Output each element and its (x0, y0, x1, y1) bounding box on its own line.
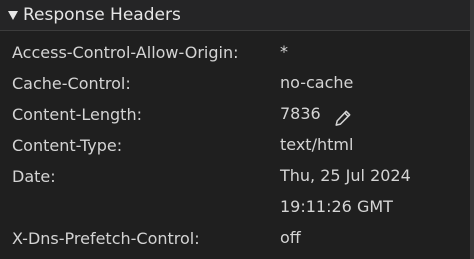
header-value-line: Thu, 25 Jul 2024 (280, 166, 411, 185)
scrollbar[interactable] (470, 0, 474, 259)
header-name: X-Dns-Prefetch-Control: (12, 229, 200, 248)
pencil-icon[interactable] (334, 106, 352, 126)
header-name: Content-Length: (12, 105, 142, 124)
header-name: Access-Control-Allow-Origin: (12, 43, 239, 62)
header-value: off (280, 228, 301, 247)
response-headers-section-header[interactable]: Response Headers (0, 0, 470, 31)
header-value-line: 19:11:26 GMT (280, 197, 393, 216)
section-title: Response Headers (23, 5, 181, 25)
header-name: Cache-Control: (12, 74, 131, 93)
header-value: 7836 (280, 104, 321, 123)
header-name: Content-Type: (12, 136, 123, 155)
header-name: Date: (12, 167, 56, 186)
triangle-down-icon[interactable] (8, 10, 18, 20)
response-headers-panel: Response Headers Access-Control-Allow-Or… (0, 0, 474, 259)
header-value-with-edit: 7836 (280, 98, 352, 129)
header-value: * (280, 42, 288, 61)
header-value: text/html (280, 135, 354, 154)
header-value: no-cache (280, 73, 354, 92)
